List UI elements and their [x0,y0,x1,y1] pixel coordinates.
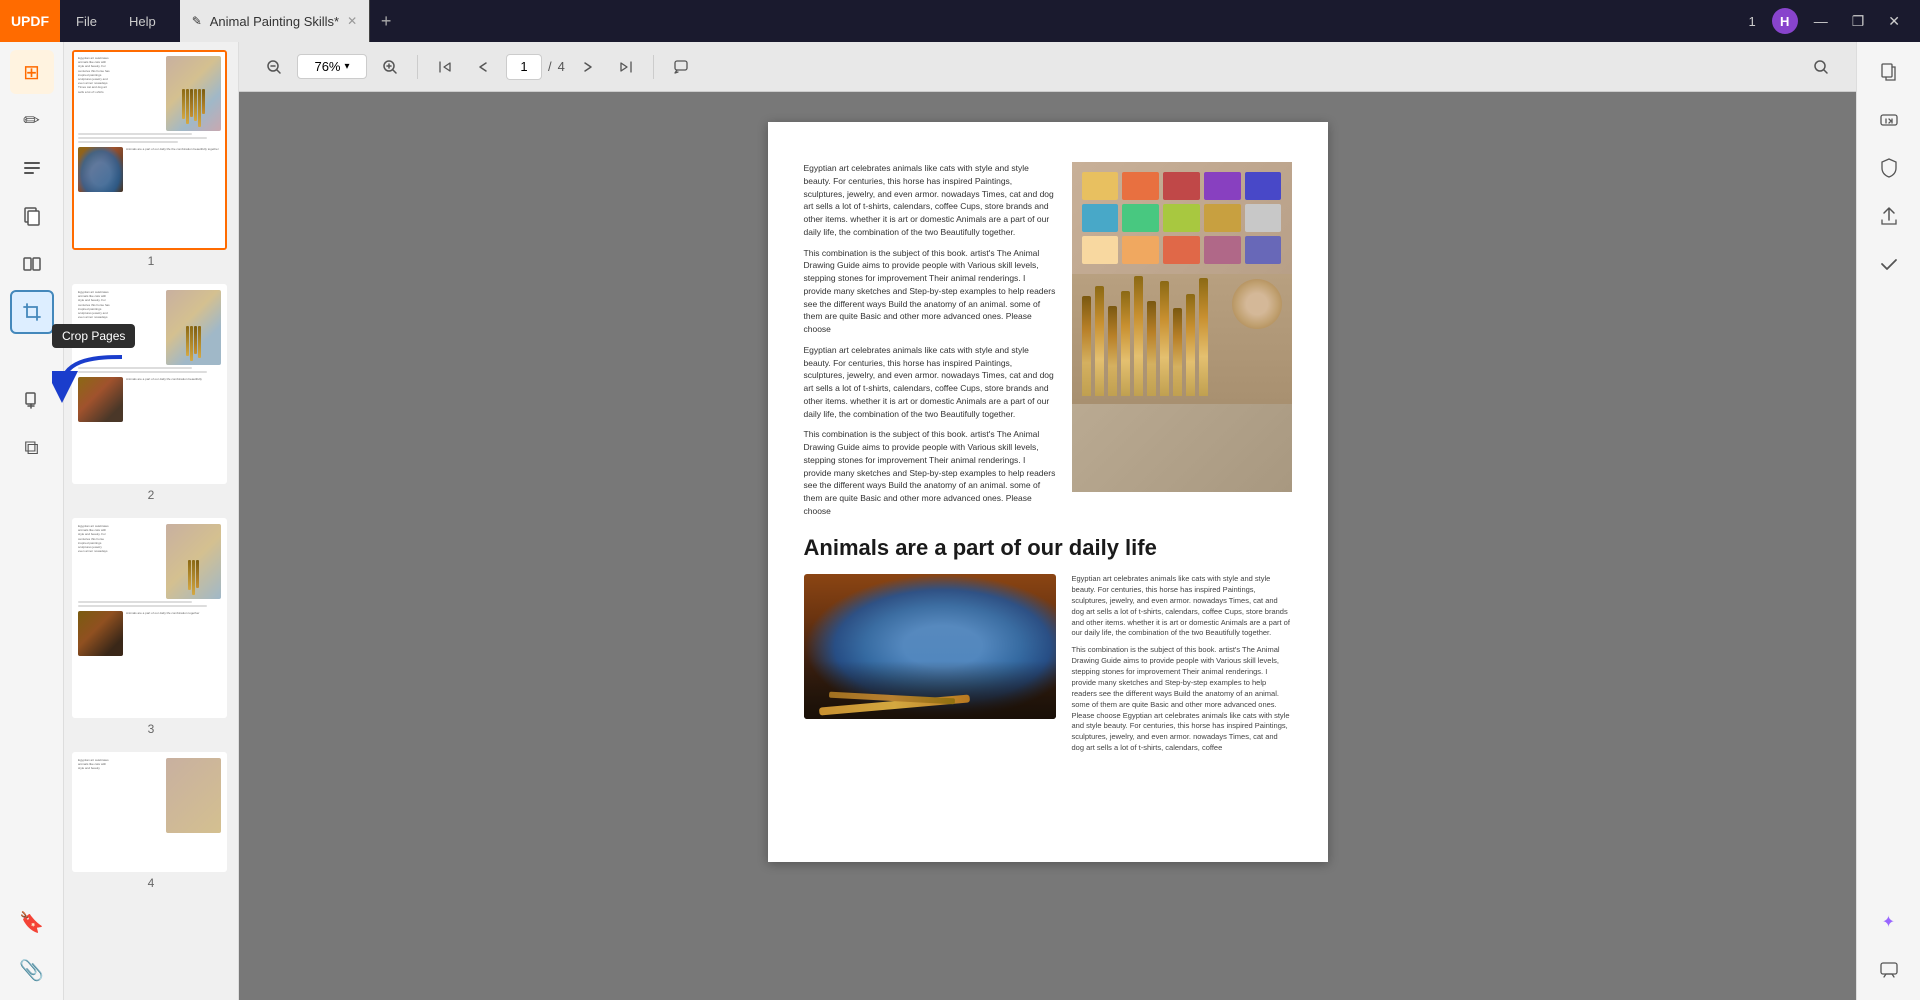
sidebar-right-ai[interactable]: ✦ [1867,900,1911,944]
page-separator: / [548,59,552,74]
sidebar-tool-pages[interactable] [10,194,54,238]
thumbnail-num-4: 4 [72,876,230,890]
title-bar-right: 1 H — ❐ ✕ [1740,8,1920,34]
menu-help[interactable]: Help [113,0,172,42]
nav-last-button[interactable] [611,52,641,82]
user-avatar[interactable]: H [1772,8,1798,34]
page-navigation: / 4 [506,54,565,80]
butterfly-image-col [804,574,1056,754]
sidebar-tool-attachment[interactable]: 📎 [10,948,54,992]
right-sidebar: ✦ [1856,42,1920,1000]
page-left-column: Egyptian art celebrates animals like cat… [804,162,1056,518]
body-text-2: This combination is the subject of this … [804,247,1056,336]
zoom-value: 76% [314,59,340,74]
thumbnail-page-3[interactable]: Egyptian art celebratesanimals like cats… [72,518,230,736]
zoom-level-display[interactable]: 76% ▾ [297,54,367,79]
app-logo: UPDF [0,0,60,42]
arrow-indicator [52,347,132,427]
right-col-text-2: This combination is the subject of this … [1072,645,1292,754]
document-area: 76% ▾ / 4 [239,42,1856,1000]
tab-bar: ✎ Animal Painting Skills* ✕ + [180,0,402,42]
toolbar: 76% ▾ / 4 [239,42,1856,92]
thumbnail-page-4[interactable]: Egyptian art celebratesanimals like cats… [72,752,230,890]
zoom-out-button[interactable] [259,52,289,82]
sidebar-tool-grid[interactable]: ⊞ [10,50,54,94]
page-bottom-section: Egyptian art celebrates animals like cat… [804,574,1292,754]
sidebar-right-protect[interactable] [1867,146,1911,190]
butterfly-image [804,574,1056,719]
search-button[interactable] [1806,52,1836,82]
document-page: Egyptian art celebrates animals like cat… [768,122,1328,862]
zoom-in-button[interactable] [375,52,405,82]
minimize-button[interactable]: — [1806,9,1836,33]
nav-first-button[interactable] [430,52,460,82]
close-button[interactable]: ✕ [1880,9,1908,34]
menu-file[interactable]: File [60,0,113,42]
zoom-dropdown-icon: ▾ [345,61,350,72]
menu-bar: File Help [60,0,172,42]
comment-button[interactable] [666,52,696,82]
thumbnail-page-1[interactable]: Egyptian art celebratesanimals like cats… [72,50,230,268]
page-indicator: 1 [1740,10,1763,33]
thumbnail-num-2: 2 [72,488,230,502]
sidebar-tool-crop[interactable] [10,290,54,334]
sidebar-right-share[interactable] [1867,194,1911,238]
main-area: ⊞ ✏ Crop Pages ⧉ 🔖 📎 [0,42,1920,1000]
sidebar-tool-layers[interactable]: ⧉ [10,426,54,470]
current-page-input[interactable] [506,54,542,80]
add-tab-button[interactable]: + [370,0,402,42]
thumbnail-num-3: 3 [72,722,230,736]
sidebar-right-chat[interactable] [1867,948,1911,992]
tab-label: Animal Painting Skills* [210,14,339,29]
paint-palette-image [1072,162,1292,492]
sidebar-right-ocr[interactable] [1867,98,1911,142]
app-name: UPDF [11,13,49,29]
thumbnail-num-1: 1 [72,254,230,268]
sidebar-tool-edit[interactable]: ✏ [10,98,54,142]
body-text-4: This combination is the subject of this … [804,428,1056,517]
left-sidebar: ⊞ ✏ Crop Pages ⧉ 🔖 📎 [0,42,64,1000]
body-text-1: Egyptian art celebrates animals like cat… [804,162,1056,239]
maximize-button[interactable]: ❐ [1844,9,1873,34]
tab-edit-icon: ✎ [192,14,202,28]
document-canvas: Egyptian art celebrates animals like cat… [239,92,1856,1000]
page-top-section: Egyptian art celebrates animals like cat… [804,162,1292,518]
nav-prev-button[interactable] [468,52,498,82]
main-heading: Animals are a part of our daily life [804,534,1292,563]
sidebar-right-check[interactable] [1867,242,1911,286]
nav-next-button[interactable] [573,52,603,82]
right-col-text-1: Egyptian art celebrates animals like cat… [1072,574,1292,639]
sidebar-tool-compare[interactable] [10,242,54,286]
sidebar-tool-annotate[interactable] [10,146,54,190]
body-text-3: Egyptian art celebrates animals like cat… [804,344,1056,421]
title-bar: UPDF File Help ✎ Animal Painting Skills*… [0,0,1920,42]
active-tab[interactable]: ✎ Animal Painting Skills* ✕ [180,0,370,42]
sidebar-tool-extract[interactable] [10,378,54,422]
sidebar-right-convert[interactable] [1867,50,1911,94]
thumbnail-panel: Egyptian art celebratesanimals like cats… [64,42,239,1000]
page-right-column-image [1072,162,1292,518]
page-right-text-col: Egyptian art celebrates animals like cat… [1072,574,1292,754]
sidebar-tool-bookmark[interactable]: 🔖 [10,900,54,944]
total-pages: 4 [558,59,565,74]
tab-close-icon[interactable]: ✕ [347,14,357,28]
